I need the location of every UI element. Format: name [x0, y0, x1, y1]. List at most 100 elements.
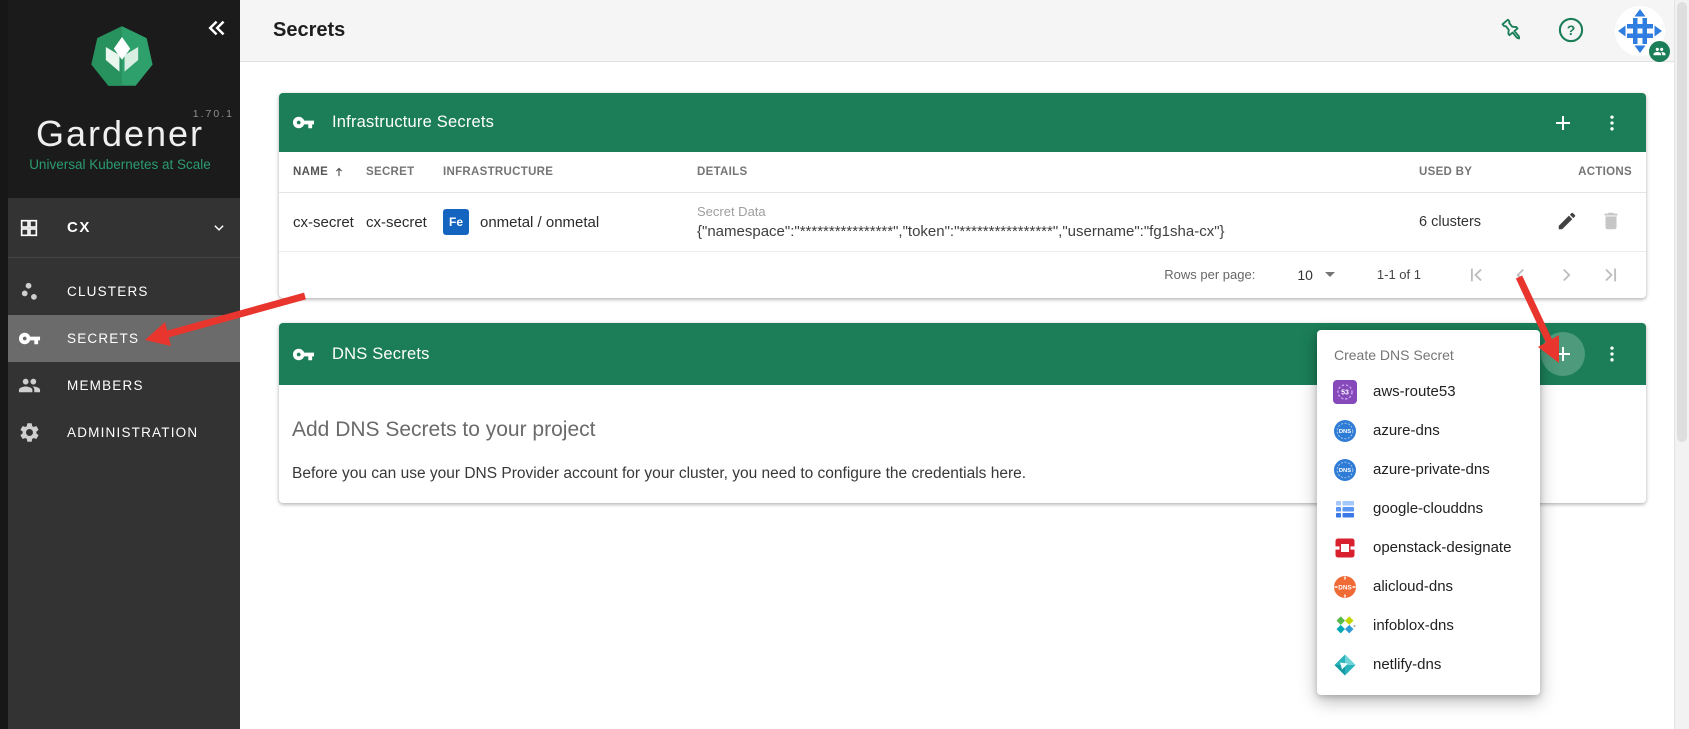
column-details[interactable]: DETAILS [697, 166, 1419, 178]
table-header-row: NAME SECRET INFRASTRUCTURE DETAILS USED … [279, 152, 1646, 193]
caret-down-icon [1325, 272, 1335, 277]
next-page-button[interactable] [1555, 264, 1577, 286]
infrastructure-secrets-menu-button[interactable] [1592, 103, 1632, 143]
edit-secret-button[interactable] [1555, 210, 1579, 234]
menu-item-label: openstack-designate [1373, 539, 1511, 556]
vertical-scrollbar [1674, 0, 1689, 729]
brand-title: Gardener [0, 113, 240, 155]
infrastructure-label: onmetal / onmetal [480, 214, 599, 231]
aws-route53-icon: 53 [1333, 380, 1357, 404]
menu-list: 53 aws-route53 DNS azure-dns DNS azur [1317, 372, 1540, 684]
sidebar-item-clusters[interactable]: CLUSTERS [0, 268, 240, 315]
rows-per-page-select[interactable]: 10 [1297, 267, 1335, 283]
key-icon [292, 111, 315, 134]
menu-item-netlify-dns[interactable]: netlify-dns [1317, 645, 1540, 684]
pagination: Rows per page: 10 1-1 of 1 [279, 252, 1646, 297]
trash-icon [1600, 210, 1622, 232]
chevron-right-icon [1555, 264, 1577, 286]
menu-item-label: alicloud-dns [1373, 578, 1453, 595]
details-cell: Secret Data {"namespace":"**************… [697, 204, 1419, 240]
delete-secret-button[interactable] [1599, 210, 1623, 234]
used-by-cell: 6 clusters [1419, 214, 1555, 230]
pin-icon [1498, 16, 1526, 44]
secret-data-label: Secret Data [697, 204, 1419, 219]
sidebar-item-label: ADMINISTRATION [67, 425, 198, 440]
first-page-icon [1465, 264, 1487, 286]
sidebar-logo-block: 1.70.1 Gardener Universal Kubernetes at … [0, 0, 240, 198]
kebab-menu-icon [1602, 113, 1622, 133]
key-icon [292, 343, 315, 366]
menu-item-label: azure-dns [1373, 422, 1440, 439]
column-infrastructure[interactable]: INFRASTRUCTURE [443, 166, 697, 178]
chevron-left-icon [1510, 264, 1532, 286]
pagination-range: 1-1 of 1 [1377, 267, 1421, 282]
menu-item-azure-dns[interactable]: DNS azure-dns [1317, 411, 1540, 450]
menu-title: Create DNS Secret [1317, 330, 1540, 363]
menu-item-google-clouddns[interactable]: google-clouddns [1317, 489, 1540, 528]
sidebar-collapse-button[interactable] [202, 14, 230, 42]
help-button[interactable]: ? [1557, 16, 1585, 44]
pencil-icon [1556, 210, 1578, 232]
menu-item-label: aws-route53 [1373, 383, 1456, 400]
last-page-button[interactable] [1600, 264, 1622, 286]
svg-text:?: ? [1567, 22, 1576, 38]
first-page-button[interactable] [1465, 264, 1487, 286]
pin-button[interactable] [1498, 16, 1526, 44]
infrastructure-secrets-header: Infrastructure Secrets [279, 93, 1646, 152]
dns-secrets-menu-button[interactable] [1592, 334, 1632, 374]
column-secret[interactable]: SECRET [366, 166, 443, 178]
column-used-by[interactable]: USED BY [1419, 166, 1555, 178]
azure-private-dns-icon: DNS [1333, 458, 1357, 482]
double-chevron-left-icon [202, 14, 230, 42]
menu-item-label: azure-private-dns [1373, 461, 1490, 478]
secret-table-row: cx-secret cx-secret Fe onmetal / onmetal… [279, 193, 1646, 252]
sidebar: 1.70.1 Gardener Universal Kubernetes at … [0, 0, 240, 729]
column-name[interactable]: NAME [293, 165, 366, 179]
panel-title: DNS Secrets [332, 345, 430, 364]
menu-item-openstack-designate[interactable]: openstack-designate [1317, 528, 1540, 567]
sort-ascending-icon [332, 165, 346, 179]
scrollbar-thumb[interactable] [1677, 2, 1687, 442]
secret-data-value: {"namespace":"****************","token":… [697, 223, 1419, 240]
project-selector[interactable]: CX [0, 198, 240, 258]
menu-item-azure-private-dns[interactable]: DNS azure-private-dns [1317, 450, 1540, 489]
sidebar-item-secrets[interactable]: SECRETS [0, 315, 240, 362]
kebab-menu-icon [1602, 344, 1622, 364]
svg-text:DNS: DNS [1339, 468, 1351, 474]
members-icon [18, 374, 41, 397]
clusters-icon [18, 280, 41, 303]
account-badge [1649, 41, 1670, 62]
window-edge [0, 0, 8, 729]
gardener-dashboard: 1.70.1 Gardener Universal Kubernetes at … [0, 0, 1689, 729]
last-page-icon [1600, 264, 1622, 286]
panel-title: Infrastructure Secrets [332, 113, 494, 132]
topbar: Secrets ? [240, 0, 1674, 62]
sidebar-item-label: MEMBERS [67, 378, 144, 393]
openstack-designate-icon [1333, 536, 1357, 560]
column-label: NAME [293, 166, 328, 178]
menu-item-alicloud-dns[interactable]: DNS alicloud-dns [1317, 567, 1540, 606]
project-name: CX [67, 219, 91, 236]
add-infrastructure-secret-button[interactable] [1543, 103, 1583, 143]
svg-text:53: 53 [1341, 389, 1349, 396]
rows-per-page-label: Rows per page: [1164, 267, 1255, 282]
svg-text:DNS: DNS [1339, 429, 1351, 435]
menu-item-aws-route53[interactable]: 53 aws-route53 [1317, 372, 1540, 411]
sidebar-item-members[interactable]: MEMBERS [0, 362, 240, 409]
previous-page-button[interactable] [1510, 264, 1532, 286]
gardener-logo [88, 22, 156, 94]
onmetal-provider-icon: Fe [443, 209, 469, 235]
azure-dns-icon: DNS [1333, 419, 1357, 443]
rows-per-page-value: 10 [1297, 267, 1313, 283]
alicloud-dns-icon: DNS [1333, 575, 1357, 599]
menu-item-infoblox-dns[interactable]: infoblox-dns [1317, 606, 1540, 645]
menu-item-label: infoblox-dns [1373, 617, 1454, 634]
secret-ref: cx-secret [366, 214, 443, 231]
menu-item-label: google-clouddns [1373, 500, 1483, 517]
sidebar-item-administration[interactable]: ADMINISTRATION [0, 409, 240, 456]
brand-tagline: Universal Kubernetes at Scale [0, 157, 240, 172]
sidebar-nav: CLUSTERS SECRETS MEMBERS ADMINISTRATION [0, 268, 240, 456]
actions-cell [1555, 210, 1633, 234]
add-dns-secret-button[interactable] [1543, 334, 1583, 374]
google-clouddns-icon [1333, 497, 1357, 521]
